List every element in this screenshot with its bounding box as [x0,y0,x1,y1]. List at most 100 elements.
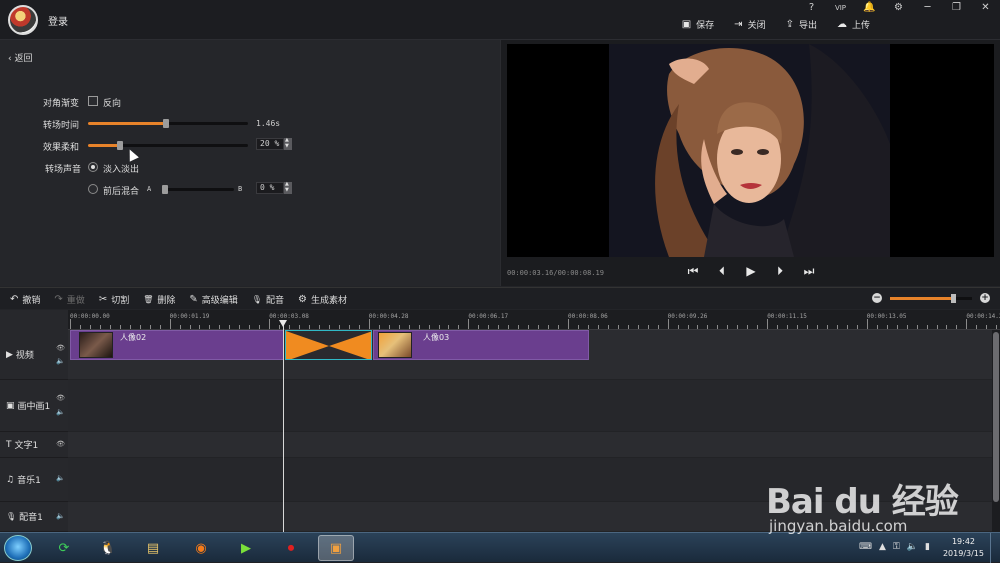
save-button[interactable]: ▣ 保存 [682,18,714,31]
softness-slider-fill [88,144,120,147]
bell-icon[interactable]: 🔔 [855,0,884,16]
scrollbar-thumb[interactable] [993,332,999,502]
timeline-scrollbar[interactable] [992,330,1000,532]
ruler-tick-mark [458,325,460,329]
generate-asset-button[interactable]: ⚙ 生成素材 [298,293,347,306]
ruler-tick-mark [757,325,759,329]
mix-input[interactable]: 0 % [256,182,284,194]
play-icon[interactable]: ▶ [744,264,758,279]
gear-icon[interactable]: ⚙ [884,0,913,16]
refresh-app-icon[interactable]: ⟳ [46,535,82,561]
eye-icon[interactable]: 👁 [56,440,65,448]
voiceover-button[interactable]: 🎙 配音 [252,293,284,306]
video-track-icon: ▶ [6,349,13,360]
zoom-in-icon[interactable]: + [980,293,990,303]
advanced-edit-button[interactable]: ✎ 高级编辑 [189,293,237,306]
minimize-icon[interactable]: ─ [913,0,942,16]
pip-lane[interactable] [68,380,992,432]
transition-settings-panel: ‹ 返回 对角渐变 反向 转场时间 1.46s 效果柔和 20 % 转场声音 淡… [0,40,500,286]
softness-spinner[interactable] [284,137,292,150]
close-project-button[interactable]: ⇥ 关闭 [734,18,765,31]
track-header-video[interactable]: ▶ 视频 👁 🔈 [0,330,68,380]
vip-icon[interactable]: VIP [826,0,855,16]
ruler-tick-mark [239,325,241,329]
timeline-ruler[interactable]: 00:00:00.00 00:00:01.19 00:00:03.08 00:00:0… [68,310,1000,330]
zoom-slider-thumb[interactable] [951,293,956,303]
delete-button[interactable]: 🗑 删除 [143,293,175,306]
softness-input[interactable]: 20 % [256,138,284,150]
duration-slider-thumb[interactable] [163,119,169,128]
duration-slider[interactable] [88,119,248,128]
ruler-tick-mark [856,325,858,329]
video-clip[interactable]: 人像03 [373,330,589,360]
ruler-tick-mark [727,325,729,329]
video-editor-icon[interactable]: ▣ [318,535,354,561]
signal-icon[interactable]: ▮ [925,542,930,552]
video-clip[interactable]: 人像02 [70,330,284,360]
track-header-music[interactable]: ♫ 音乐1 🔈 [0,458,68,502]
zoom-out-icon[interactable]: − [872,293,882,303]
softness-slider[interactable] [88,141,248,150]
mix-slider-thumb[interactable] [162,185,168,194]
ruler-tick-mark [876,325,878,329]
ruler-tick-mark [617,325,619,329]
step-forward-icon[interactable]: ⏵ [773,264,787,279]
track-header-text[interactable]: T 文字1 👁 [0,432,68,458]
ruler-tick-mark [846,325,848,329]
close-icon[interactable]: ✕ [971,0,1000,16]
speaker-icon[interactable]: 🔈 [56,512,65,520]
qq-icon[interactable]: 🐧 [90,535,126,561]
text-lane[interactable] [68,432,992,458]
playhead[interactable] [279,320,287,532]
track-header-voice[interactable]: 🎙 配音1 🔈 [0,502,68,532]
delete-label: 删除 [157,296,176,306]
eye-icon[interactable]: 👁 [56,344,65,352]
ruler-tick-mark [667,319,669,329]
help-icon[interactable]: ? [797,0,826,16]
mix-a-label: A [147,185,152,193]
voice-track-icon: 🎙 [6,512,17,521]
undo-label: 撤销 [22,296,41,306]
mix-spinner[interactable] [284,181,292,194]
speaker-icon[interactable]: 🔈 [56,408,65,416]
export-button[interactable]: ⇪ 导出 [786,18,817,31]
firefox-icon[interactable]: ◉ [183,535,219,561]
softness-slider-thumb[interactable] [117,141,123,150]
back-button[interactable]: ‹ 返回 [8,51,32,64]
track-label: 视频 [15,351,34,361]
ruler-tick-mark [587,325,589,329]
show-desktop-button[interactable] [990,533,1000,563]
start-orb-icon[interactable] [4,535,32,561]
zoom-slider[interactable] [890,293,972,303]
reverse-checkbox[interactable] [88,96,98,106]
keyboard-icon[interactable]: ⌨ [859,542,872,552]
undo-button[interactable]: ↶ 撤销 [10,293,40,306]
track-header-pip[interactable]: ▣ 画中画1 👁 🔈 [0,380,68,432]
restore-icon[interactable]: ❐ [942,0,971,16]
transition-block[interactable] [285,330,372,360]
clock[interactable]: 19:42 2019/3/15 [943,536,984,560]
cut-button[interactable]: ✂ 切割 [99,293,129,306]
mix-radio[interactable] [88,184,98,194]
skip-start-icon[interactable]: ⏮ [686,264,700,279]
login-link[interactable]: 登录 [48,13,68,28]
mix-slider[interactable] [162,185,234,194]
speaker-icon[interactable]: 🔈 [56,357,65,365]
eye-icon[interactable]: 👁 [56,394,65,402]
upload-button[interactable]: ☁ 上传 [837,18,870,31]
step-back-icon[interactable]: ⏴ [715,264,729,279]
record-icon[interactable]: ⏺ [273,535,309,561]
mix-b-label: B [238,185,243,193]
media-player-icon[interactable]: ▶ [228,535,264,561]
speaker-icon[interactable]: 🔈 [56,474,65,482]
volume-icon[interactable]: 🔈 [907,542,918,552]
ruler-tick-mark [348,325,350,329]
ruler-tick-mark [139,325,141,329]
ruler-tick-label: 00:00:09.26 [667,313,708,320]
network-icon[interactable]: ⚿ [893,542,900,552]
tray-arrow-icon[interactable]: ▲ [879,542,886,552]
file-explorer-icon[interactable]: ▤ [135,535,171,561]
fade-radio[interactable] [88,162,98,172]
skip-end-icon[interactable]: ⏭ [802,264,816,279]
redo-button[interactable]: ↷ 重做 [54,293,84,306]
